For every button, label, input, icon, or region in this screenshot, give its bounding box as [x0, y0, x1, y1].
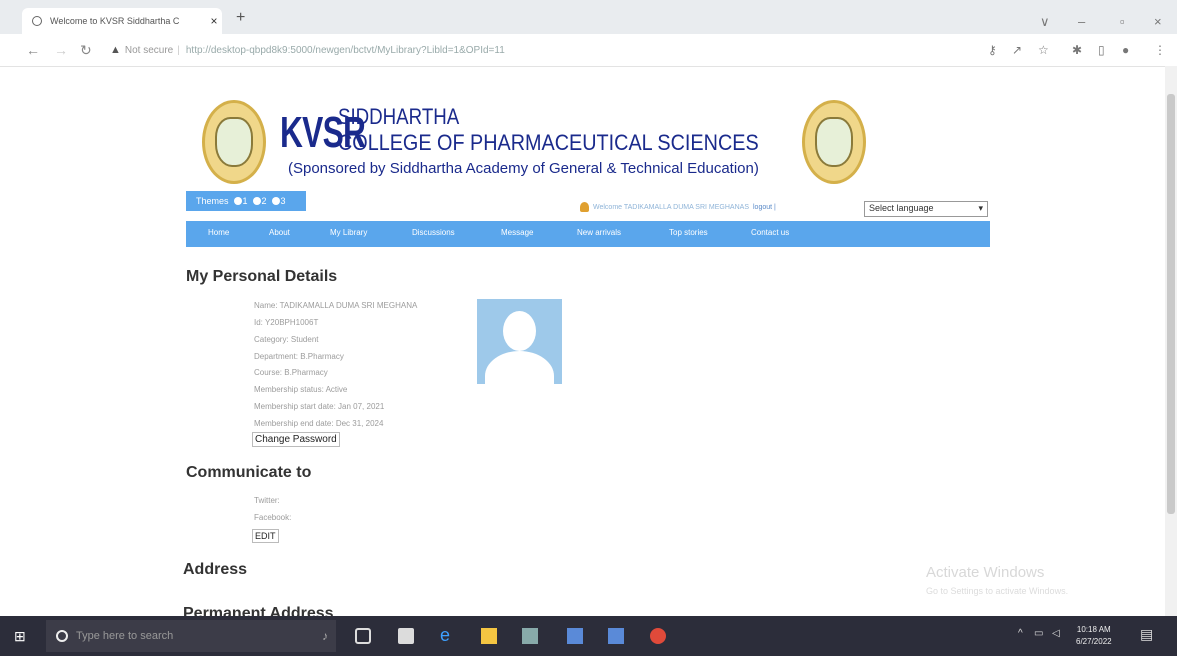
- store-icon[interactable]: [398, 628, 414, 644]
- menu-message[interactable]: Message: [501, 228, 533, 237]
- taskbar-clock[interactable]: 10:18 AM 6/27/2022: [1076, 624, 1112, 648]
- menu-home[interactable]: Home: [208, 228, 229, 237]
- change-password-button[interactable]: Change Password: [252, 432, 340, 447]
- communicate-title: Communicate to: [186, 464, 312, 481]
- college-seal-logo-left: [202, 100, 266, 184]
- volume-icon[interactable]: ◁: [1052, 628, 1060, 639]
- url-text: http://desktop-qbpd8k9:5000/newgen/bctvt…: [185, 44, 505, 56]
- reload-icon[interactable]: ↻: [80, 42, 92, 59]
- detail-department: Department: B.Pharmacy: [254, 352, 344, 361]
- brand-line2: COLLEGE OF PHARMACEUTICAL SCIENCES: [338, 130, 759, 155]
- key-icon[interactable]: ⚷: [988, 43, 997, 57]
- scrollbar-thumb[interactable]: [1167, 94, 1175, 514]
- activate-windows-watermark: Activate Windows: [926, 564, 1045, 581]
- share-icon[interactable]: ↗: [1012, 43, 1022, 57]
- detail-membership-end: Membership end date: Dec 31, 2024: [254, 419, 384, 428]
- main-menu: Home About My Library Discussions Messag…: [186, 221, 990, 247]
- close-window-button[interactable]: ×: [1154, 14, 1162, 29]
- welcome-bar: Welcome TADIKAMALLA DUMA SRI MEGHANAS lo…: [580, 202, 776, 212]
- address-title: Address: [183, 561, 248, 578]
- theme-dot-icon[interactable]: [252, 197, 261, 205]
- clock-date: 6/27/2022: [1076, 637, 1112, 646]
- new-tab-button[interactable]: +: [236, 9, 245, 27]
- personal-details-title: My Personal Details: [186, 268, 338, 285]
- profile-icon[interactable]: ●: [1122, 43, 1129, 57]
- forward-icon[interactable]: →: [54, 42, 68, 58]
- brand-sponsor: (Sponsored by Siddhartha Academy of Gene…: [288, 160, 759, 177]
- chevron-down-icon: ▾: [978, 203, 983, 213]
- menu-my-library[interactable]: My Library: [330, 228, 367, 237]
- maximize-button[interactable]: ▫: [1120, 14, 1125, 29]
- theme-3[interactable]: 3: [281, 196, 286, 206]
- theme-dot-icon[interactable]: [271, 197, 280, 205]
- more-menu-icon[interactable]: ⋮: [1154, 43, 1166, 57]
- microphone-icon[interactable]: ♪: [322, 629, 328, 643]
- avatar: [477, 299, 562, 384]
- theme-1[interactable]: 1: [243, 196, 248, 206]
- browser-tab-bar: Welcome to KVSR Siddhartha C × + ∨ – ▫ ×: [0, 0, 1177, 34]
- theme-dot-icon[interactable]: [233, 197, 242, 205]
- notification-icon[interactable]: ▤: [1140, 626, 1153, 643]
- browser-tab[interactable]: Welcome to KVSR Siddhartha C ×: [22, 8, 222, 34]
- activate-windows-hint: Go to Settings to activate Windows.: [926, 586, 1069, 596]
- tab-close-icon[interactable]: ×: [206, 14, 222, 28]
- detail-course: Course: B.Pharmacy: [254, 368, 328, 377]
- terminal-icon[interactable]: [522, 628, 538, 644]
- menu-discussions[interactable]: Discussions: [412, 228, 455, 237]
- menu-contact-us[interactable]: Contact us: [751, 228, 789, 237]
- app-icon[interactable]: [608, 628, 624, 644]
- tray-chevron-icon[interactable]: ^: [1018, 628, 1023, 639]
- tab-title: Welcome to KVSR Siddhartha C: [50, 16, 180, 26]
- clock-time: 10:18 AM: [1076, 625, 1111, 634]
- detail-category: Category: Student: [254, 335, 319, 344]
- language-select[interactable]: Select language ▾: [864, 201, 988, 217]
- windows-start-icon[interactable]: ⊞: [14, 628, 30, 644]
- menu-top-stories[interactable]: Top stories: [669, 228, 708, 237]
- edge-icon[interactable]: e: [440, 625, 456, 645]
- app-icon[interactable]: [567, 628, 583, 644]
- college-seal-logo-right: [802, 100, 866, 184]
- college-brand: KVSR SIDDHARTHA COLLEGE OF PHARMACEUTICA…: [280, 102, 800, 182]
- not-secure-label: Not secure: [124, 44, 174, 56]
- welcome-text: Welcome TADIKAMALLA DUMA SRI MEGHANAS: [593, 203, 749, 211]
- tab-search-icon[interactable]: ∨: [1040, 14, 1050, 30]
- brand-line1: SIDDHARTHA: [338, 104, 460, 129]
- detail-name: Name: TADIKAMALLA DUMA SRI MEGHANA: [254, 301, 418, 310]
- back-icon[interactable]: ←: [26, 42, 40, 58]
- themes-switcher: Themes 1 2 3: [186, 191, 306, 211]
- detail-membership-status: Membership status: Active: [254, 385, 348, 394]
- language-value: Select language: [869, 203, 934, 213]
- extensions-icon[interactable]: ✱: [1072, 43, 1082, 57]
- detail-membership-start: Membership start date: Jan 07, 2021: [254, 402, 385, 411]
- network-icon[interactable]: ▭: [1034, 628, 1043, 639]
- search-placeholder: Type here to search: [76, 630, 174, 642]
- sidebar-icon[interactable]: ▯: [1098, 43, 1105, 57]
- task-view-icon[interactable]: [355, 628, 371, 644]
- menu-about[interactable]: About: [269, 228, 290, 237]
- windows-taskbar: ⊞ Type here to search ♪ e ^ ▭ ◁ 10:18 AM…: [0, 616, 1177, 656]
- page-scrollbar[interactable]: [1165, 66, 1177, 616]
- file-explorer-icon[interactable]: [481, 628, 497, 644]
- detail-id: Id: Y20BPH1006T: [254, 318, 319, 327]
- globe-icon: [32, 16, 42, 26]
- minimize-button[interactable]: –: [1078, 14, 1085, 29]
- logout-link[interactable]: logout |: [753, 204, 776, 211]
- twitter-label: Twitter:: [254, 496, 280, 505]
- edit-button[interactable]: EDIT: [252, 529, 279, 543]
- star-icon[interactable]: ☆: [1038, 43, 1049, 57]
- theme-2[interactable]: 2: [262, 196, 267, 206]
- address-bar: ← → ↻ ▲ Not secure | http://desktop-qbpd…: [0, 34, 1177, 67]
- themes-label: Themes: [196, 196, 229, 206]
- chrome-icon[interactable]: [650, 628, 666, 644]
- search-icon: [56, 630, 68, 642]
- warning-icon: ▲: [110, 44, 121, 56]
- menu-new-arrivals[interactable]: New arrivals: [577, 228, 621, 237]
- taskbar-search-box[interactable]: Type here to search ♪: [46, 620, 336, 652]
- user-icon: [580, 202, 589, 212]
- facebook-label: Facebook:: [254, 513, 292, 522]
- url-field[interactable]: ▲ Not secure | http://desktop-qbpd8k9:50…: [110, 39, 970, 61]
